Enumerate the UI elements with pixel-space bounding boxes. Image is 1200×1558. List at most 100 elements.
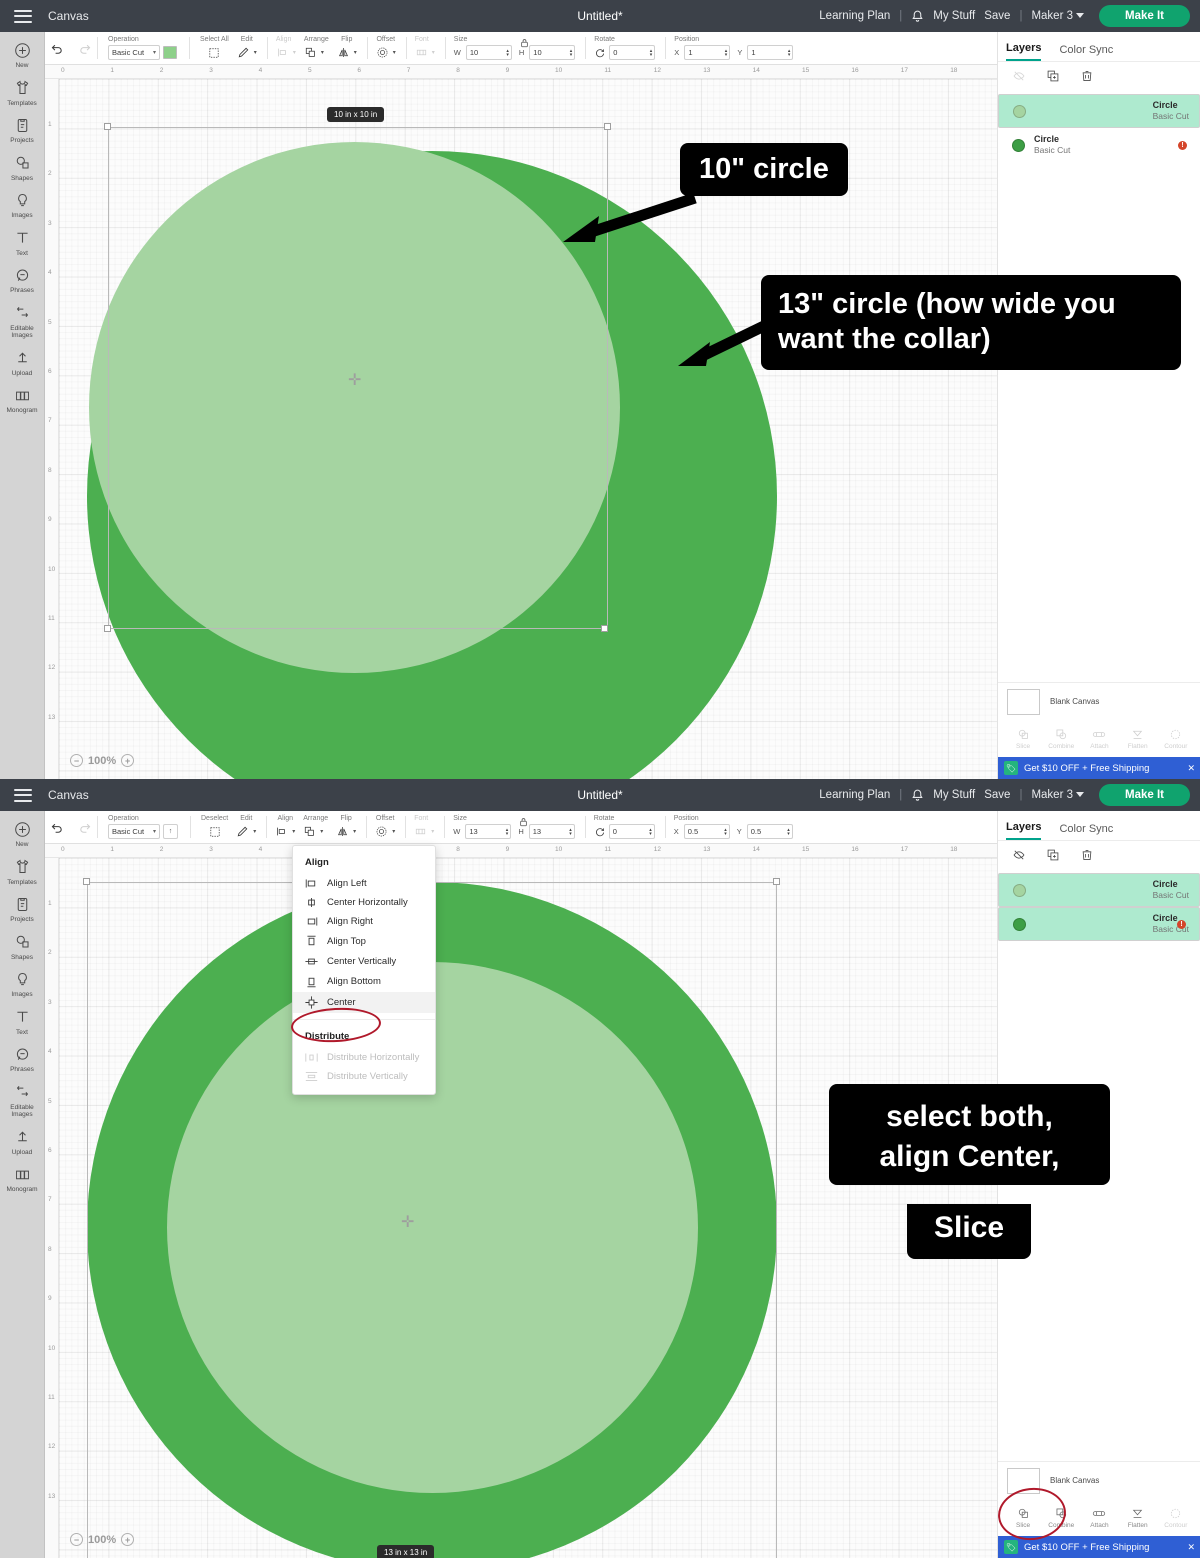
menu-item-align-bottom[interactable]: Align Bottom (293, 971, 435, 992)
rotate-icon[interactable] (594, 826, 606, 838)
spinner-icon[interactable]: ▴ ▾ (650, 48, 653, 57)
save-button[interactable]: Save (984, 10, 1010, 22)
promo-banner[interactable]: 🏷 Get $10 OFF + Free Shipping ✕ (998, 1536, 1200, 1558)
learning-plan-link[interactable]: Learning Plan (819, 789, 890, 801)
align-icon[interactable] (275, 825, 288, 838)
close-icon[interactable]: ✕ (1187, 1542, 1195, 1553)
sidebar-item-monogram[interactable]: Monogram (0, 1164, 45, 1194)
sidebar-item-images[interactable]: Images (0, 190, 45, 220)
visibility-slash-icon[interactable] (1012, 848, 1026, 867)
flip-icon[interactable] (337, 46, 350, 59)
close-icon[interactable]: ✕ (1187, 763, 1195, 774)
sidebar-item-shapes[interactable]: Shapes (0, 153, 45, 183)
zoom-out-icon[interactable]: − (70, 754, 83, 767)
flatten-button[interactable]: Flatten (1121, 728, 1155, 750)
offset-icon[interactable] (376, 46, 389, 59)
selection-handle-br[interactable] (601, 625, 608, 632)
canvas-thumbnail[interactable] (1007, 1467, 1040, 1494)
sidebar-item-editable-images[interactable]: Editable Images (0, 1082, 45, 1119)
sidebar-item-editable-images[interactable]: Editable Images (0, 303, 45, 340)
duplicate-icon[interactable] (1046, 848, 1060, 867)
layer-row-1[interactable]: Circle Basic Cut (998, 94, 1200, 128)
zoom-control[interactable]: − 100% + (70, 754, 135, 767)
spinner-icon[interactable]: ▴ ▾ (787, 827, 790, 836)
zoom-control[interactable]: − 100% + (70, 1533, 135, 1546)
align-dropdown-menu[interactable]: Align Align Left Center Horizontally Ali… (292, 845, 436, 1095)
canvas-thumbnail[interactable] (1007, 688, 1040, 715)
header-canvas-label[interactable]: Canvas (48, 788, 89, 802)
deselect-icon[interactable] (208, 825, 222, 839)
machine-selector[interactable]: Maker 3 (1031, 789, 1084, 801)
sidebar-item-shapes[interactable]: Shapes (0, 932, 45, 962)
height-input[interactable]: 10 ▴ ▾ (529, 45, 576, 60)
x-input[interactable]: 0.5 ▴ ▾ (683, 824, 730, 839)
selection-handle-tl[interactable] (83, 878, 90, 885)
combine-button[interactable]: Combine (1044, 1507, 1078, 1529)
duplicate-icon[interactable] (1046, 69, 1060, 88)
spinner-icon[interactable]: ▴ ▾ (506, 827, 509, 836)
contour-button[interactable]: Contour (1159, 728, 1193, 750)
width-input[interactable]: 10 ▴ ▾ (465, 45, 512, 60)
arrange-icon[interactable] (303, 825, 316, 838)
spinner-icon[interactable]: ▴ ▾ (569, 827, 572, 836)
undo-icon[interactable] (50, 820, 64, 834)
rotate-icon[interactable] (594, 47, 606, 59)
canvas-row[interactable]: Blank Canvas (998, 1461, 1200, 1499)
spinner-icon[interactable]: ▴ ▾ (724, 827, 727, 836)
x-input[interactable]: 1 ▴ ▾ (684, 45, 731, 60)
lock-icon[interactable] (520, 38, 529, 50)
tab-color-sync[interactable]: Color Sync (1059, 823, 1113, 840)
y-input[interactable]: 1 ▴ ▾ (747, 45, 794, 60)
lock-icon[interactable] (519, 817, 528, 829)
delete-icon[interactable] (1080, 69, 1094, 88)
save-button[interactable]: Save (984, 789, 1010, 801)
sidebar-item-upload[interactable]: Upload (0, 348, 45, 378)
canvas-row[interactable]: Blank Canvas (998, 682, 1200, 720)
selection-handle-tr[interactable] (773, 878, 780, 885)
selection-handle-tr[interactable] (604, 123, 611, 130)
slice-button[interactable]: Slice (1006, 1507, 1040, 1529)
header-canvas-label[interactable]: Canvas (48, 9, 89, 23)
layer-warning-icon[interactable]: ! (1178, 140, 1187, 150)
attach-button[interactable]: Attach (1082, 1507, 1116, 1529)
operation-color-multi[interactable]: ↑ (163, 824, 178, 839)
rotate-input[interactable]: 0 ▴ ▾ (608, 824, 655, 839)
sidebar-item-text[interactable]: Text (0, 1007, 45, 1037)
combine-button[interactable]: Combine (1044, 728, 1078, 750)
make-it-button[interactable]: Make It (1099, 5, 1190, 27)
tab-layers[interactable]: Layers (1006, 42, 1042, 61)
operation-color-swatch[interactable] (163, 46, 177, 59)
layer-warning-icon[interactable]: ! (1177, 919, 1186, 929)
height-input[interactable]: 13 ▴ ▾ (528, 824, 575, 839)
promo-banner[interactable]: 🏷 Get $10 OFF + Free Shipping ✕ (998, 757, 1200, 779)
sidebar-item-projects[interactable]: Projects (0, 115, 45, 145)
tab-layers[interactable]: Layers (1006, 821, 1042, 840)
sidebar-item-phrases[interactable]: Phrases (0, 265, 45, 295)
layer-row-1[interactable]: Circle Basic Cut (998, 873, 1200, 907)
hamburger-icon[interactable] (14, 9, 32, 23)
my-stuff-link[interactable]: My Stuff (933, 10, 975, 22)
sidebar-item-images[interactable]: Images (0, 969, 45, 999)
spinner-icon[interactable]: ▴ ▾ (649, 827, 652, 836)
sidebar-item-new[interactable]: New (0, 819, 45, 849)
tab-color-sync[interactable]: Color Sync (1059, 44, 1113, 61)
spinner-icon[interactable]: ▴ ▾ (725, 48, 728, 57)
menu-item-align-right[interactable]: Align Right (293, 912, 435, 931)
sidebar-item-projects[interactable]: Projects (0, 894, 45, 924)
undo-icon[interactable] (50, 41, 64, 55)
arrange-icon[interactable] (304, 46, 317, 59)
rotate-input[interactable]: 0 ▴ ▾ (609, 45, 656, 60)
operation-select[interactable]: Basic Cut ▾ (108, 45, 160, 60)
contour-button[interactable]: Contour (1159, 1507, 1193, 1529)
menu-item-center-horizontally[interactable]: Center Horizontally (293, 893, 435, 912)
selection-handle-tl[interactable] (104, 123, 111, 130)
spinner-icon[interactable]: ▴ ▾ (570, 48, 573, 57)
menu-item-center-vertically[interactable]: Center Vertically (293, 952, 435, 971)
width-input[interactable]: 13 ▴ ▾ (465, 824, 512, 839)
sidebar-item-phrases[interactable]: Phrases (0, 1044, 45, 1074)
sidebar-item-templates[interactable]: Templates (0, 857, 45, 887)
zoom-in-icon[interactable]: + (121, 1533, 135, 1546)
pencil-icon[interactable] (236, 825, 249, 838)
design-canvas-bottom[interactable]: 0123456789101112131415161718 12345678910… (45, 844, 997, 1558)
sidebar-item-new[interactable]: New (0, 40, 45, 70)
